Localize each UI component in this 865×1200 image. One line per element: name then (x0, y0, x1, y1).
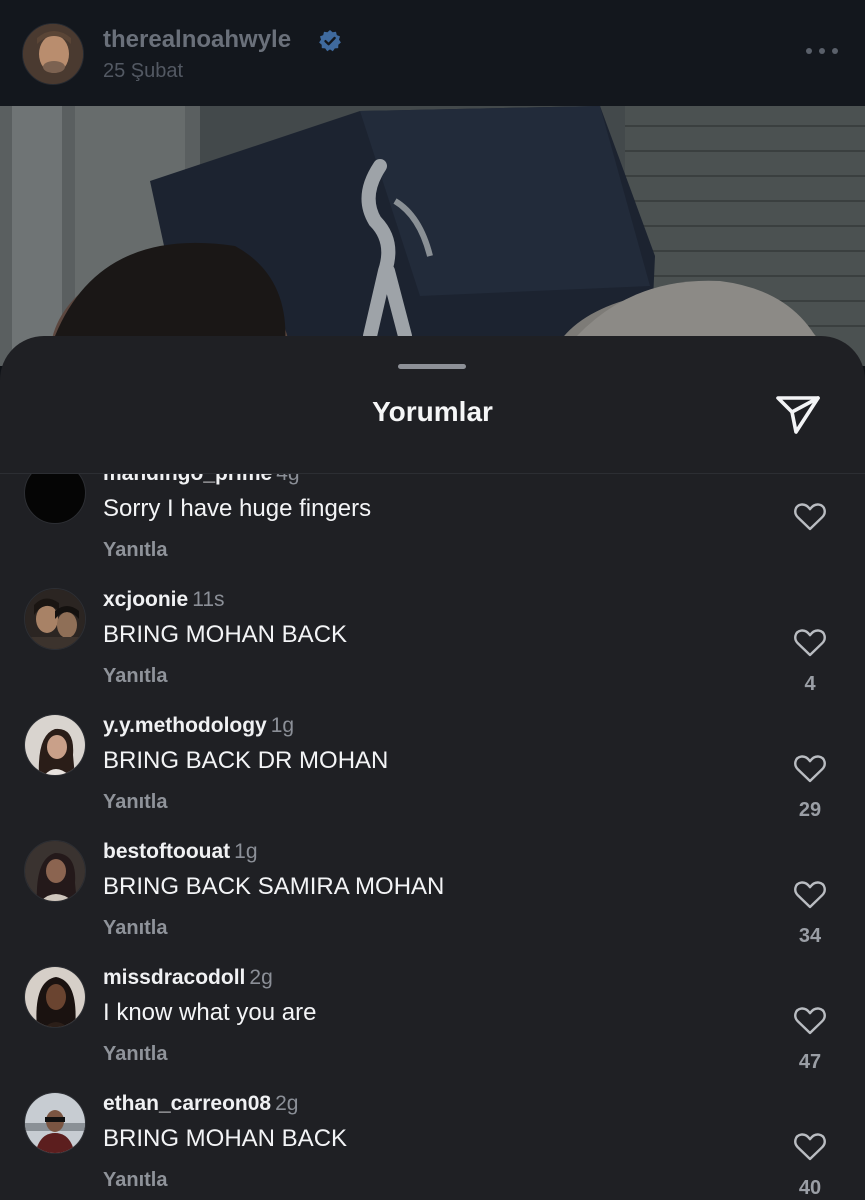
comment-header: bestoftoouat 1g (103, 840, 258, 864)
comment-time: 11s (192, 588, 225, 611)
comments-list[interactable]: mandingo_prime 4g Sorry I have huge finge… (0, 474, 865, 1200)
comment-header: xcjoonie 11s (103, 588, 225, 612)
post-photo[interactable] (0, 106, 865, 366)
comment-item: mandingo_prime 4g Sorry I have huge finge… (0, 474, 865, 588)
commenter-avatar[interactable] (24, 966, 86, 1028)
commenter-avatar[interactable] (24, 714, 86, 776)
commenter-username[interactable]: bestoftoouat (103, 840, 230, 863)
comment-time: 4g (276, 474, 299, 485)
heart-icon[interactable] (793, 880, 827, 910)
comment-item: missdracodoll 2g I know what you are Yanı… (0, 966, 865, 1092)
comment-text: BRING MOHAN BACK (103, 1125, 348, 1152)
comment-item: bestoftoouat 1g BRING BACK SAMIRA MOHAN Y… (0, 840, 865, 966)
share-send-icon[interactable] (774, 392, 822, 436)
commenter-username[interactable]: ethan_carreon08 (103, 1092, 271, 1115)
post-author-avatar[interactable] (22, 23, 84, 85)
comment-item: xcjoonie 11s BRING MOHAN BACK Yanıtla 4 (0, 588, 865, 714)
comment-item: ethan_carreon08 2g BRING MOHAN BACK Yanıt… (0, 1092, 865, 1200)
like-count: 4 (804, 673, 816, 695)
reply-button[interactable]: Yanıtla (103, 1169, 167, 1192)
comment-text: Sorry I have huge fingers (103, 495, 372, 522)
like-count: 47 (798, 1051, 822, 1073)
comment-time: 2g (249, 966, 273, 989)
comment-header: mandingo_prime 4g (103, 474, 300, 486)
reply-button[interactable]: Yanıtla (103, 791, 167, 814)
reply-button[interactable]: Yanıtla (103, 1043, 167, 1066)
post-author-username[interactable]: therealnoahwyle (103, 26, 291, 54)
sheet-drag-handle[interactable] (398, 364, 466, 369)
commenter-username[interactable]: missdracodoll (103, 966, 245, 989)
more-horizontal-icon[interactable] (804, 44, 840, 58)
comment-time: 1g (270, 714, 295, 737)
sheet-title: Yorumlar (372, 396, 493, 427)
reply-button[interactable]: Yanıtla (103, 665, 167, 688)
like-count: 40 (798, 1177, 822, 1199)
post-header: therealnoahwyle 25 Şubat (0, 0, 865, 106)
commenter-username[interactable]: mandingo_prime (103, 474, 272, 485)
commenter-avatar[interactable] (24, 840, 86, 902)
comment-item: y.y.methodology 1g BRING BACK DR MOHAN Ya… (0, 714, 865, 840)
comment-text: BRING BACK SAMIRA MOHAN (103, 873, 445, 900)
comment-text: I know what you are (103, 999, 317, 1026)
comment-text: BRING MOHAN BACK (103, 621, 348, 648)
commenter-avatar[interactable] (24, 588, 86, 650)
reply-button[interactable]: Yanıtla (103, 917, 167, 940)
commenter-avatar[interactable] (24, 474, 86, 524)
commenter-username[interactable]: y.y.methodology (103, 714, 267, 737)
heart-icon[interactable] (793, 754, 827, 784)
heart-icon[interactable] (793, 1132, 827, 1162)
comment-text: BRING BACK DR MOHAN (103, 747, 389, 774)
comment-time: 1g (234, 840, 258, 863)
comment-header: y.y.methodology 1g (103, 714, 294, 738)
verified-badge-icon (319, 30, 341, 52)
heart-icon[interactable] (793, 502, 827, 532)
comment-header: ethan_carreon08 2g (103, 1092, 298, 1116)
reply-button[interactable]: Yanıtla (103, 539, 167, 562)
comment-time: 2g (275, 1092, 299, 1115)
heart-icon[interactable] (793, 628, 827, 658)
commenter-username[interactable]: xcjoonie (103, 588, 188, 611)
heart-icon[interactable] (793, 1006, 827, 1036)
comments-sheet: Yorumlar mandingo_prime 4g Sorry I have h… (0, 336, 865, 1200)
post-date: 25 Şubat (103, 60, 184, 82)
like-count: 29 (798, 799, 822, 821)
commenter-avatar[interactable] (24, 1092, 86, 1154)
like-count: 34 (798, 925, 822, 947)
comment-header: missdracodoll 2g (103, 966, 273, 990)
